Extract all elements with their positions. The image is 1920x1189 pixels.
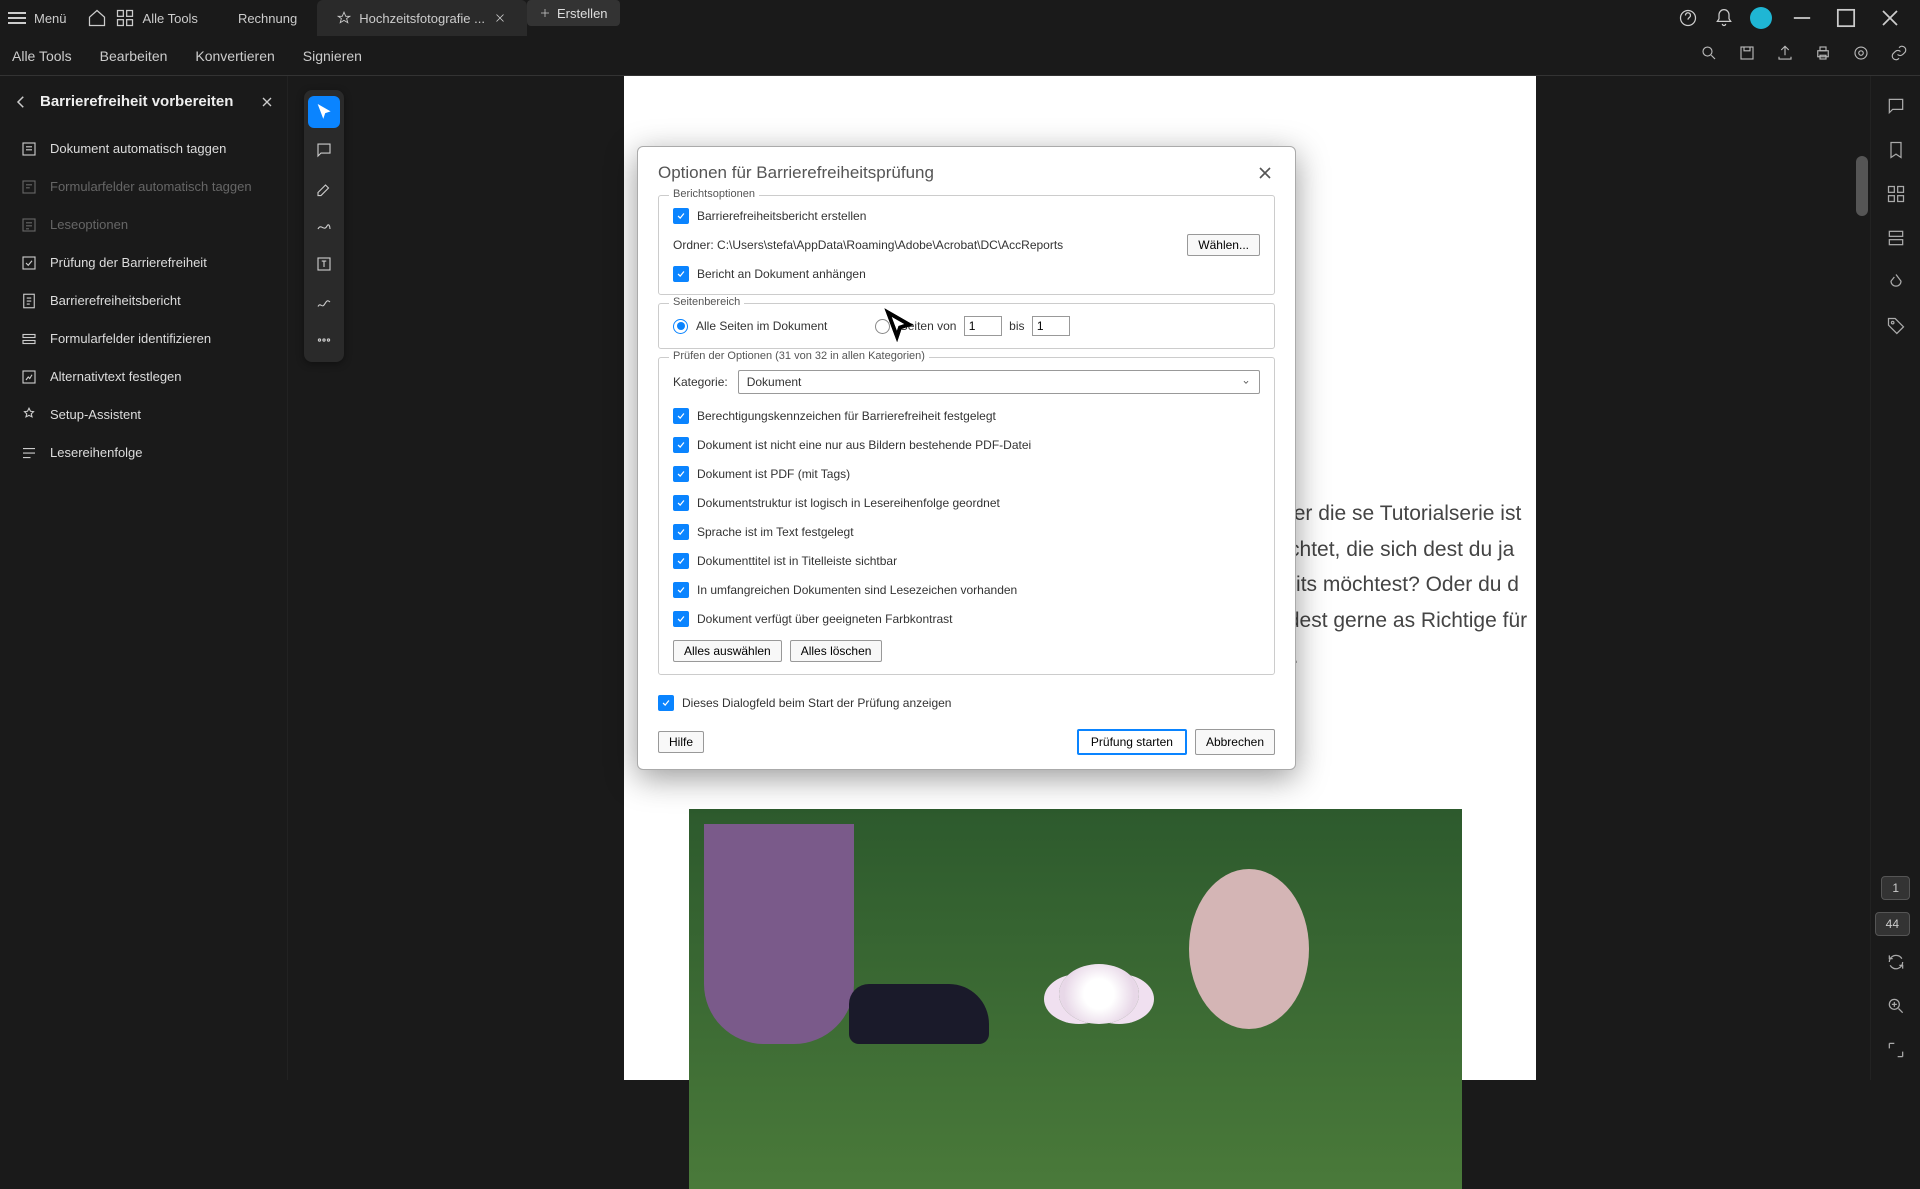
check-options-label: Prüfen der Optionen (31 von 32 in allen …: [669, 350, 929, 362]
menu-label[interactable]: Menü: [34, 11, 67, 26]
start-check-button[interactable]: Prüfung starten: [1077, 729, 1187, 755]
page-range-label: Seitenbereich: [669, 296, 744, 308]
sidebar-title: Barrierefreiheit vorbereiten: [40, 92, 249, 112]
protect-icon[interactable]: [1852, 44, 1870, 67]
help-icon[interactable]: [1678, 8, 1698, 28]
select-all-button[interactable]: Alles auswählen: [673, 640, 782, 662]
dialog-title: Optionen für Barrierefreiheitsprüfung: [658, 163, 934, 183]
share-icon[interactable]: [1776, 44, 1794, 67]
option-checkbox[interactable]: [673, 611, 689, 627]
all-pages-radio[interactable]: [673, 319, 688, 334]
help-button[interactable]: Hilfe: [658, 731, 704, 753]
select-tool[interactable]: [308, 96, 340, 128]
report-section-label: Berichtsoptionen: [669, 188, 759, 200]
attach-report-checkbox[interactable]: [673, 266, 689, 282]
avatar[interactable]: [1750, 7, 1772, 29]
tabs: Rechnung Hochzeitsfotografie ... Erstell…: [218, 0, 1670, 36]
create-report-checkbox[interactable]: [673, 208, 689, 224]
panel-comments-icon[interactable]: [1886, 96, 1906, 116]
draw-tool[interactable]: [308, 210, 340, 242]
sidebar-item-report[interactable]: Barrierefreiheitsbericht: [12, 282, 275, 320]
search-icon[interactable]: [1700, 44, 1718, 67]
close-icon[interactable]: [1876, 4, 1904, 32]
panel-layers-icon[interactable]: [1886, 228, 1906, 248]
main-toolbar: Alle Tools Bearbeiten Konvertieren Signi…: [0, 36, 1920, 76]
create-button[interactable]: Erstellen: [527, 0, 620, 26]
option-checkbox[interactable]: [673, 408, 689, 424]
sidebar-item-setup[interactable]: Setup-Assistent: [12, 396, 275, 434]
maximize-icon[interactable]: [1832, 4, 1860, 32]
show-startup-checkbox[interactable]: [658, 695, 674, 711]
toolbar-signieren[interactable]: Signieren: [303, 48, 362, 64]
refresh-icon[interactable]: [1886, 952, 1906, 972]
sidebar-item-alttext[interactable]: Alternativtext festlegen: [12, 358, 275, 396]
pages-from-label: Seiten von: [900, 319, 957, 333]
panel-attachments-icon[interactable]: [1886, 272, 1906, 292]
option-checkbox[interactable]: [673, 437, 689, 453]
sidebar-item-autotag[interactable]: Dokument automatisch taggen: [12, 130, 275, 168]
highlight-tool[interactable]: [308, 172, 340, 204]
hamburger-icon[interactable]: [8, 12, 26, 24]
floating-toolbar: [304, 90, 344, 362]
home-icon[interactable]: [87, 8, 107, 28]
page-total-badge: 44: [1875, 912, 1910, 936]
page-to-input[interactable]: [1032, 316, 1070, 336]
comment-tool[interactable]: [308, 134, 340, 166]
grid-icon[interactable]: [115, 8, 135, 28]
sidebar-item-identify[interactable]: Formularfelder identifizieren: [12, 320, 275, 358]
more-tools-icon[interactable]: [308, 324, 340, 356]
cancel-button[interactable]: Abbrechen: [1195, 729, 1275, 755]
panel-bookmarks-icon[interactable]: [1886, 140, 1906, 160]
tab-hochzeitsfotografie[interactable]: Hochzeitsfotografie ...: [317, 0, 527, 36]
folder-path-label: Ordner: C:\Users\stefa\AppData\Roaming\A…: [673, 238, 1175, 252]
panel-thumbnails-icon[interactable]: [1886, 184, 1906, 204]
toolbar-alle-tools[interactable]: Alle Tools: [12, 48, 72, 64]
expand-icon[interactable]: [1886, 1040, 1906, 1060]
option-checkbox[interactable]: [673, 582, 689, 598]
alle-tools-label[interactable]: Alle Tools: [143, 11, 198, 26]
sidebar-item-formfields: Formularfelder automatisch taggen: [12, 168, 275, 206]
print-icon[interactable]: [1814, 44, 1832, 67]
link-icon[interactable]: [1890, 44, 1908, 67]
option-checkbox[interactable]: [673, 524, 689, 540]
option-checkbox[interactable]: [673, 466, 689, 482]
toolbar-konvertieren[interactable]: Konvertieren: [195, 48, 274, 64]
page-current-badge: 1: [1881, 876, 1910, 900]
accessibility-check-dialog: Optionen für Barrierefreiheitsprüfung Be…: [637, 146, 1296, 770]
attach-report-label: Bericht an Dokument anhängen: [697, 267, 866, 281]
category-select[interactable]: Dokument: [738, 370, 1260, 394]
document-body-text: s über die se Tutorialserie ist gerichte…: [1254, 496, 1536, 674]
option-checkbox[interactable]: [673, 495, 689, 511]
sidebar-item-readoptions: Leseoptionen: [12, 206, 275, 244]
create-report-label: Barrierefreiheitsbericht erstellen: [697, 209, 866, 223]
close-icon[interactable]: [493, 11, 507, 25]
bell-icon[interactable]: [1714, 8, 1734, 28]
close-icon[interactable]: [1255, 163, 1275, 183]
pages-from-radio[interactable]: [875, 319, 890, 334]
text-tool[interactable]: [308, 248, 340, 280]
zoom-icon[interactable]: [1886, 996, 1906, 1016]
choose-button[interactable]: Wählen...: [1187, 234, 1260, 256]
sign-tool[interactable]: [308, 286, 340, 318]
save-icon[interactable]: [1738, 44, 1756, 67]
close-icon[interactable]: [259, 94, 275, 110]
option-checkbox[interactable]: [673, 553, 689, 569]
minimize-icon[interactable]: [1788, 4, 1816, 32]
titlebar: Menü Alle Tools Rechnung Hochzeitsfotogr…: [0, 0, 1920, 36]
accessibility-sidebar: Barrierefreiheit vorbereiten Dokument au…: [0, 76, 288, 1080]
all-pages-label: Alle Seiten im Dokument: [696, 319, 827, 333]
show-startup-label: Dieses Dialogfeld beim Start der Prüfung…: [682, 696, 951, 710]
sidebar-item-readorder[interactable]: Lesereihenfolge: [12, 434, 275, 472]
category-label: Kategorie:: [673, 375, 728, 389]
page-from-input[interactable]: [964, 316, 1002, 336]
toolbar-bearbeiten[interactable]: Bearbeiten: [100, 48, 168, 64]
scrollbar[interactable]: [1856, 156, 1868, 216]
panel-tags-icon[interactable]: [1886, 316, 1906, 336]
document-image: [689, 809, 1462, 1189]
sidebar-item-check[interactable]: Prüfung der Barrierefreiheit: [12, 244, 275, 282]
clear-all-button[interactable]: Alles löschen: [790, 640, 883, 662]
back-icon[interactable]: [12, 93, 30, 111]
tab-rechnung[interactable]: Rechnung: [218, 0, 317, 36]
